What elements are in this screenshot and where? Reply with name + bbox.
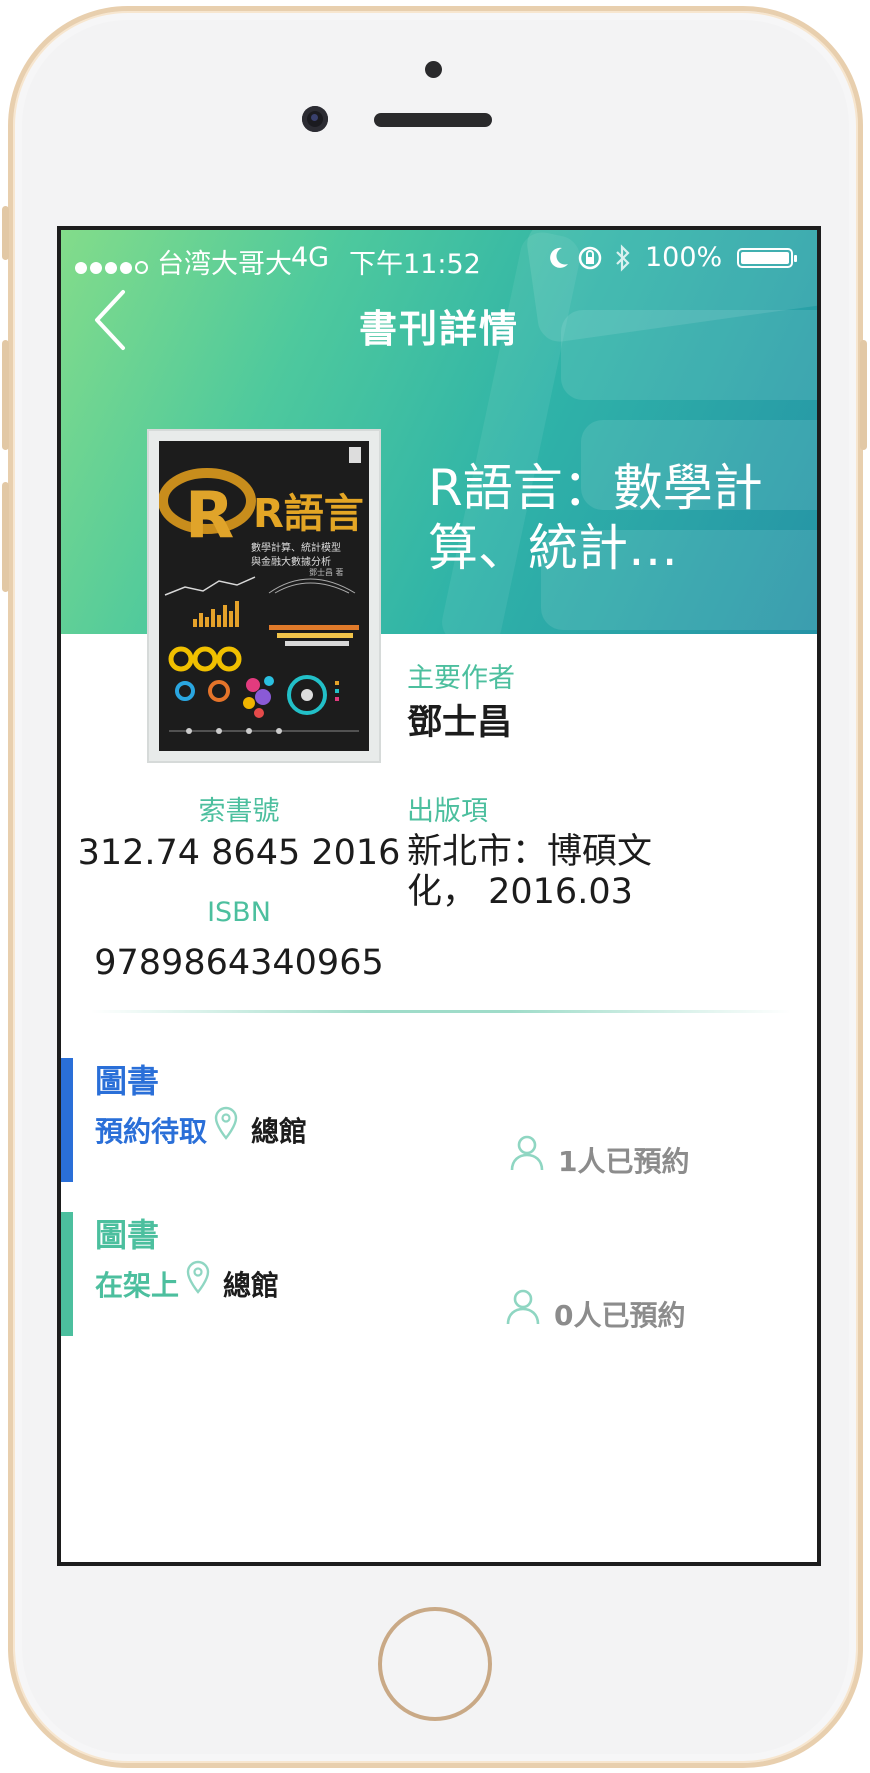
home-button[interactable] xyxy=(378,1607,492,1721)
publisher-logo xyxy=(349,447,361,463)
holding-status: 預約待取 xyxy=(95,1115,208,1148)
cover-image: R R語言 數學計算、統計模型 與金融大數據分析 鄧士昌 著 xyxy=(159,441,369,751)
location-pin-icon xyxy=(214,1106,238,1140)
call-number-value: 312.74 8645 2016 xyxy=(77,833,401,873)
moon-icon xyxy=(550,247,568,268)
reservation-count: 0人已預約 xyxy=(554,1299,686,1332)
person-icon xyxy=(506,1289,540,1325)
location-pin-icon xyxy=(186,1260,210,1294)
holding-type: 圖書 xyxy=(95,1216,160,1254)
publisher-value: 新北市：博碩文化， 2016.03 xyxy=(407,832,653,912)
holding-type: 圖書 xyxy=(95,1062,160,1100)
svg-text:R: R xyxy=(185,479,234,553)
network-type: 4G xyxy=(291,242,330,273)
battery-percent: 100% xyxy=(645,242,723,273)
book-cover[interactable]: R R語言 數學計算、統計模型 與金融大數據分析 鄧士昌 著 xyxy=(147,429,381,763)
holding-location: 總館 xyxy=(251,1115,308,1148)
call-number-label: 索書號 xyxy=(198,796,280,827)
cover-infographic xyxy=(164,576,359,734)
holding-item[interactable]: 圖書 預約待取 總館 1人已預約 xyxy=(61,1058,817,1182)
proximity-sensor xyxy=(425,61,442,78)
status-indicator-bar xyxy=(61,1212,73,1336)
author-label: 主要作者 xyxy=(407,663,515,694)
front-camera xyxy=(302,106,328,132)
isbn-label: ISBN xyxy=(207,897,271,928)
status-indicator-bar xyxy=(61,1058,73,1182)
volume-up-button xyxy=(2,340,9,450)
battery-icon xyxy=(737,248,797,268)
carrier-name: 台湾大哥大 xyxy=(157,249,292,280)
book-title: R語言：數學計算、統計… xyxy=(428,459,763,577)
bluetooth-icon xyxy=(616,244,630,272)
reservation-count: 1人已預約 xyxy=(558,1145,690,1178)
earpiece-speaker xyxy=(374,113,492,127)
cover-subtitle: 與金融大數據分析 xyxy=(251,557,331,568)
cover-subtitle: 數學計算、統計模型 xyxy=(251,543,341,554)
clock: 下午11:52 xyxy=(349,249,481,280)
person-icon xyxy=(510,1135,544,1171)
page-title: 書刊詳情 xyxy=(358,307,519,351)
volume-down-button xyxy=(2,482,9,592)
power-button xyxy=(860,340,867,450)
status-bar: 台湾大哥大 4G 下午11:52 100% xyxy=(61,230,817,286)
holding-item[interactable]: 圖書 在架上 總館 0人已預約 xyxy=(61,1212,817,1336)
r-logo: R xyxy=(159,468,256,553)
isbn-value: 9789864340965 xyxy=(94,943,384,983)
section-divider xyxy=(91,1010,791,1013)
rotation-lock-icon xyxy=(578,246,602,270)
app-screen: 台湾大哥大 4G 下午11:52 100% 書刊詳情 R語言：數學計算、統計… xyxy=(57,226,821,1566)
holding-status: 在架上 xyxy=(95,1269,180,1302)
holding-location: 總館 xyxy=(223,1269,280,1302)
publisher-label: 出版項 xyxy=(407,796,488,827)
cover-title: R語言 xyxy=(253,491,364,537)
mute-switch xyxy=(2,206,9,260)
author-value: 鄧士昌 xyxy=(407,703,513,743)
signal-strength-icon xyxy=(75,250,151,281)
